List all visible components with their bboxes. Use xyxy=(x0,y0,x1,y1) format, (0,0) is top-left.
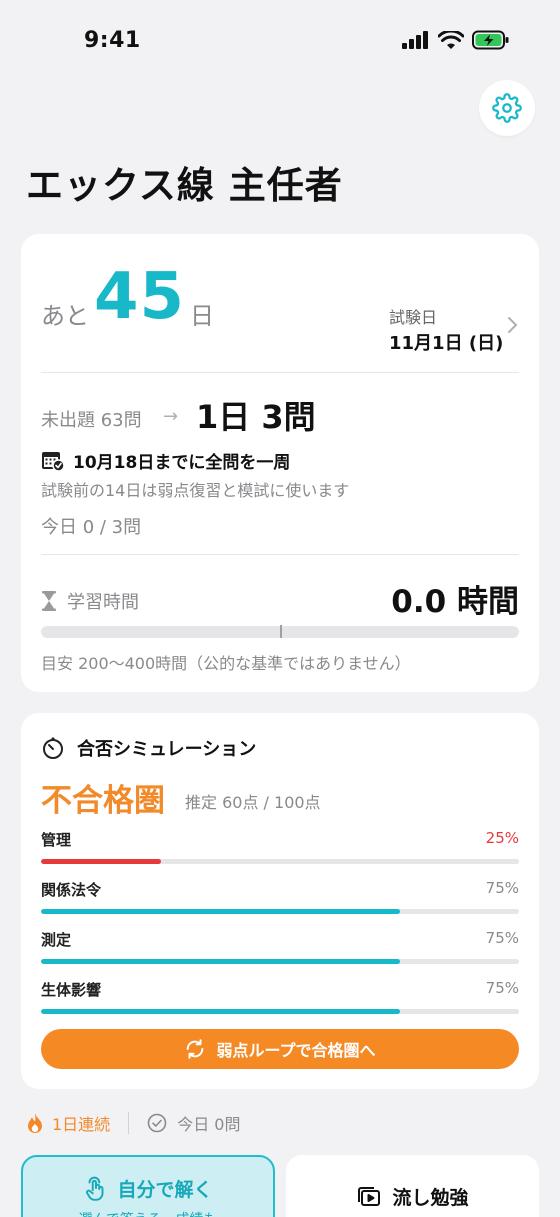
refresh-icon xyxy=(187,1039,204,1059)
subject-percent: 75% xyxy=(485,879,519,897)
subject-row: 測定 75% xyxy=(41,929,519,975)
status-icons xyxy=(402,30,510,50)
plan-target: 10月18日までに全問を一周 xyxy=(73,453,291,473)
study-time-label: 学習時間 xyxy=(67,592,139,613)
countdown-suffix: 日 xyxy=(190,302,214,330)
streak-days: 1日連続 xyxy=(52,1115,111,1134)
chevron-right-icon[interactable] xyxy=(505,315,519,335)
streak-row: 1日連続 今日 0問 xyxy=(26,1110,240,1136)
exam-date-value[interactable]: 11月1日 (日) xyxy=(389,329,503,355)
today-questions: 今日 0問 xyxy=(177,1115,241,1134)
subject-bar xyxy=(41,1009,519,1014)
self-solve-subtitle: 選んで答える・成績も xyxy=(23,1209,273,1217)
page-title: エックス線 主任者 xyxy=(26,164,343,207)
divider xyxy=(128,1112,130,1134)
study-time-row: 学習時間 xyxy=(41,588,139,614)
flow-study-label: 流し勉強 xyxy=(392,1187,469,1209)
status-time: 9:41 xyxy=(84,28,141,53)
settings-button[interactable] xyxy=(479,80,535,136)
subject-bar xyxy=(41,959,519,964)
simulation-header: 合否シミュレーション xyxy=(41,735,256,761)
status-bar: 9:41 xyxy=(0,0,560,80)
arrow: → xyxy=(163,406,179,427)
study-time-value: 0.0 時間 xyxy=(391,584,519,620)
estimated-score: 推定 60点 / 100点 xyxy=(185,793,321,812)
calendar-check-icon xyxy=(42,451,65,472)
signal-icon xyxy=(402,31,428,49)
hourglass-icon xyxy=(42,591,56,611)
weakness-loop-label: 弱点ループで合格圏へ xyxy=(216,1041,376,1060)
subject-name: 測定 xyxy=(41,931,72,949)
weakness-loop-button[interactable]: 弱点ループで合格圏へ xyxy=(41,1029,519,1069)
plan-target-row: 10月18日までに全問を一周 xyxy=(41,448,290,473)
self-solve-label-row: 自分で解く xyxy=(23,1175,273,1202)
subject-percent: 25% xyxy=(485,829,519,847)
subject-bar-fill xyxy=(41,859,161,864)
countdown-prefix: あと xyxy=(41,302,89,330)
subject-percent: 75% xyxy=(485,929,519,947)
study-guideline: 目安 200〜400時間（公的な基準ではありません） xyxy=(41,654,411,673)
wifi-icon xyxy=(438,30,464,49)
flow-study-button[interactable]: 流し勉強 xyxy=(286,1155,539,1217)
check-circle-icon xyxy=(147,1113,167,1133)
subject-bar-fill xyxy=(41,959,400,964)
today-progress: 今日 0 / 3問 xyxy=(41,517,142,538)
subject-row: 管理 25% xyxy=(41,829,519,875)
flow-study-label-row: 流し勉強 xyxy=(286,1183,539,1210)
study-target-tick xyxy=(280,625,282,638)
divider xyxy=(41,372,519,373)
subject-bar xyxy=(41,909,519,914)
simulation-title: 合否シミュレーション xyxy=(77,739,257,760)
pass-status: 不合格圏 xyxy=(41,783,165,819)
subject-name: 管理 xyxy=(41,831,72,849)
exam-plan-card: あと 45 日 試験日 11月1日 (日) 未出題 63問 → 1日 3問 10… xyxy=(21,234,539,692)
subject-name: 生体影響 xyxy=(41,981,102,999)
divider xyxy=(41,554,519,555)
pass-simulation-card: 合否シミュレーション 不合格圏 推定 60点 / 100点 管理 25% 関係法… xyxy=(21,713,539,1089)
battery-charging-icon xyxy=(472,30,509,50)
tap-hand-icon xyxy=(86,1176,104,1201)
subject-bar-fill xyxy=(41,909,400,914)
stopwatch-icon xyxy=(43,737,63,759)
play-stack-icon xyxy=(358,1186,381,1206)
self-solve-button[interactable]: 自分で解く 選んで答える・成績も xyxy=(21,1155,275,1217)
subject-bar-fill xyxy=(41,1009,400,1014)
gear-icon xyxy=(492,93,522,123)
self-solve-label: 自分で解く xyxy=(117,1179,213,1201)
subject-row: 生体影響 75% xyxy=(41,979,519,1025)
countdown-days: 45 xyxy=(94,260,186,334)
exam-date-label[interactable]: 試験日 xyxy=(389,304,437,328)
daily-quota: 1日 3問 xyxy=(196,398,316,436)
subject-bar xyxy=(41,859,519,864)
unasked-count: 未出題 63問 xyxy=(41,410,142,431)
flame-icon xyxy=(28,1113,42,1133)
subject-percent: 75% xyxy=(485,979,519,997)
study-progress-bar xyxy=(41,625,519,638)
subject-name: 関係法令 xyxy=(41,881,102,899)
subject-row: 関係法令 75% xyxy=(41,879,519,925)
plan-note: 試験前の14日は弱点復習と模試に使います xyxy=(41,481,350,500)
